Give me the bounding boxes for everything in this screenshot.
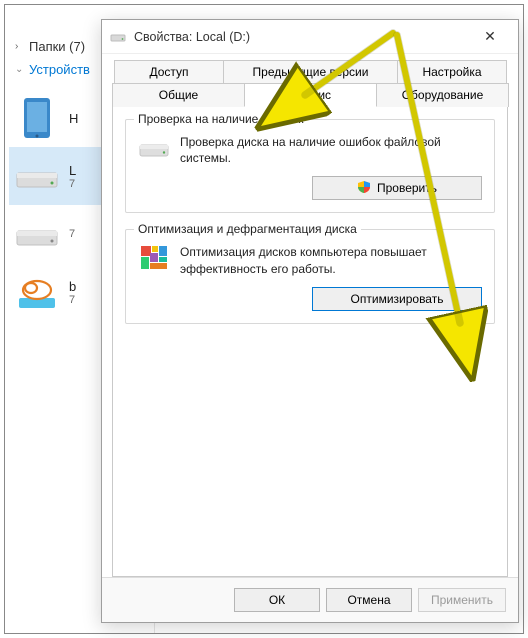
group-label: Проверка на наличие ошибок <box>134 112 308 126</box>
defrag-icon <box>138 244 170 272</box>
dialog-footer: ОК Отмена Применить <box>102 577 518 622</box>
titlebar: Свойства: Local (D:) ✕ <box>102 20 518 54</box>
uac-shield-icon <box>357 180 371 197</box>
chevron-down-icon: ⌄ <box>15 64 25 75</box>
cloud-drive-icon <box>13 271 61 313</box>
drive-icon <box>13 155 61 197</box>
drive-icon <box>138 134 170 162</box>
group-optimize: Оптимизация и дефрагментация диска <box>125 229 495 323</box>
properties-dialog: Свойства: Local (D:) ✕ Доступ Предыдущие… <box>101 19 519 623</box>
check-button-label: Проверить <box>377 181 437 195</box>
tab-previous-versions[interactable]: Предыдущие версии <box>223 60 398 83</box>
group-label: Оптимизация и дефрагментация диска <box>134 222 361 236</box>
tab-tools[interactable]: Сервис <box>244 83 377 107</box>
drive-icon <box>110 29 126 45</box>
group-error-checking: Проверка на наличие ошибок Проверка диск… <box>125 119 495 213</box>
close-icon: ✕ <box>484 28 496 45</box>
ok-button[interactable]: ОК <box>234 588 320 612</box>
chevron-right-icon: › <box>15 41 25 52</box>
optimize-button-label: Оптимизировать <box>351 292 444 306</box>
phone-icon <box>13 97 61 139</box>
tab-hardware[interactable]: Оборудование <box>376 83 509 107</box>
optimize-button[interactable]: Оптимизировать <box>312 287 482 311</box>
device-label: L <box>69 163 76 178</box>
tree-devices-label: Устройств <box>29 62 90 77</box>
close-button[interactable]: ✕ <box>470 22 510 52</box>
tab-general[interactable]: Общие <box>112 83 245 107</box>
group-description: Проверка диска на наличие ошибок файлово… <box>180 134 482 166</box>
tab-customize[interactable]: Настройка <box>397 60 507 83</box>
tab-access[interactable]: Доступ <box>114 60 224 83</box>
tree-folders-label: Папки (7) <box>29 39 85 54</box>
device-label: H <box>69 111 78 126</box>
dialog-title: Свойства: Local (D:) <box>134 30 462 44</box>
group-description: Оптимизация дисков компьютера повышает э… <box>180 244 482 276</box>
device-label: b <box>69 279 76 294</box>
tab-panel-tools: Проверка на наличие ошибок Проверка диск… <box>112 106 508 577</box>
check-button[interactable]: Проверить <box>312 176 482 200</box>
cancel-button[interactable]: Отмена <box>326 588 412 612</box>
tab-strip: Доступ Предыдущие версии Настройка Общие… <box>112 60 508 107</box>
drive-icon <box>13 213 61 255</box>
apply-button[interactable]: Применить <box>418 588 506 612</box>
